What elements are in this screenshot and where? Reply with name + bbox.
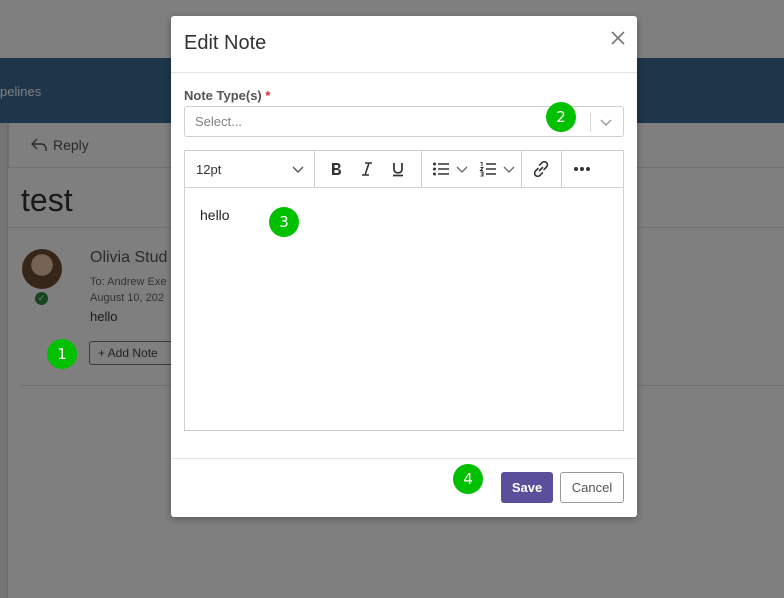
chevron-down-icon[interactable] xyxy=(599,115,613,129)
toolbar-separator xyxy=(421,151,422,187)
editor-toolbar: 12pt xyxy=(185,151,623,188)
note-type-label-text: Note Type(s) xyxy=(184,88,262,103)
numbered-list-icon xyxy=(479,162,496,177)
more-icon xyxy=(574,167,590,171)
italic-icon xyxy=(362,162,372,176)
chevron-down-icon xyxy=(503,166,515,173)
cancel-button[interactable]: Cancel xyxy=(560,472,624,503)
bullet-list-button[interactable] xyxy=(429,151,471,187)
dialog-header: Edit Note xyxy=(171,16,637,73)
bold-icon xyxy=(332,163,341,175)
chevron-down-icon xyxy=(456,166,468,173)
link-icon xyxy=(533,160,549,178)
select-separator xyxy=(590,113,591,132)
bold-button[interactable] xyxy=(325,151,347,187)
numbered-list-button[interactable] xyxy=(475,151,519,187)
toolbar-separator xyxy=(521,151,522,187)
link-button[interactable] xyxy=(527,151,555,187)
italic-button[interactable] xyxy=(357,151,377,187)
more-options-button[interactable] xyxy=(569,151,595,187)
toolbar-separator xyxy=(561,151,562,187)
dialog-title: Edit Note xyxy=(184,32,267,54)
font-size-select[interactable]: 12pt xyxy=(185,151,315,187)
step-marker-4: 4 xyxy=(453,464,483,494)
underline-icon xyxy=(393,163,403,177)
chevron-down-icon xyxy=(292,166,304,173)
close-button[interactable] xyxy=(608,28,628,48)
editor-content[interactable]: hello xyxy=(200,207,230,223)
step-marker-3: 3 xyxy=(269,207,299,237)
note-type-placeholder: Select... xyxy=(195,114,242,129)
font-size-value: 12pt xyxy=(196,162,222,177)
underline-button[interactable] xyxy=(387,151,409,187)
dialog-footer-divider xyxy=(171,458,637,459)
bullet-list-icon xyxy=(433,162,449,176)
required-mark: * xyxy=(265,88,271,103)
edit-note-dialog: Edit Note Note Type(s) * Select... 12pt xyxy=(171,16,637,517)
save-button[interactable]: Save xyxy=(501,472,553,503)
step-marker-2: 2 xyxy=(546,102,576,132)
note-type-label: Note Type(s) * xyxy=(184,88,270,103)
step-marker-1: 1 xyxy=(47,339,77,369)
close-icon xyxy=(611,31,625,45)
rich-text-editor: 12pt hello xyxy=(184,150,624,431)
